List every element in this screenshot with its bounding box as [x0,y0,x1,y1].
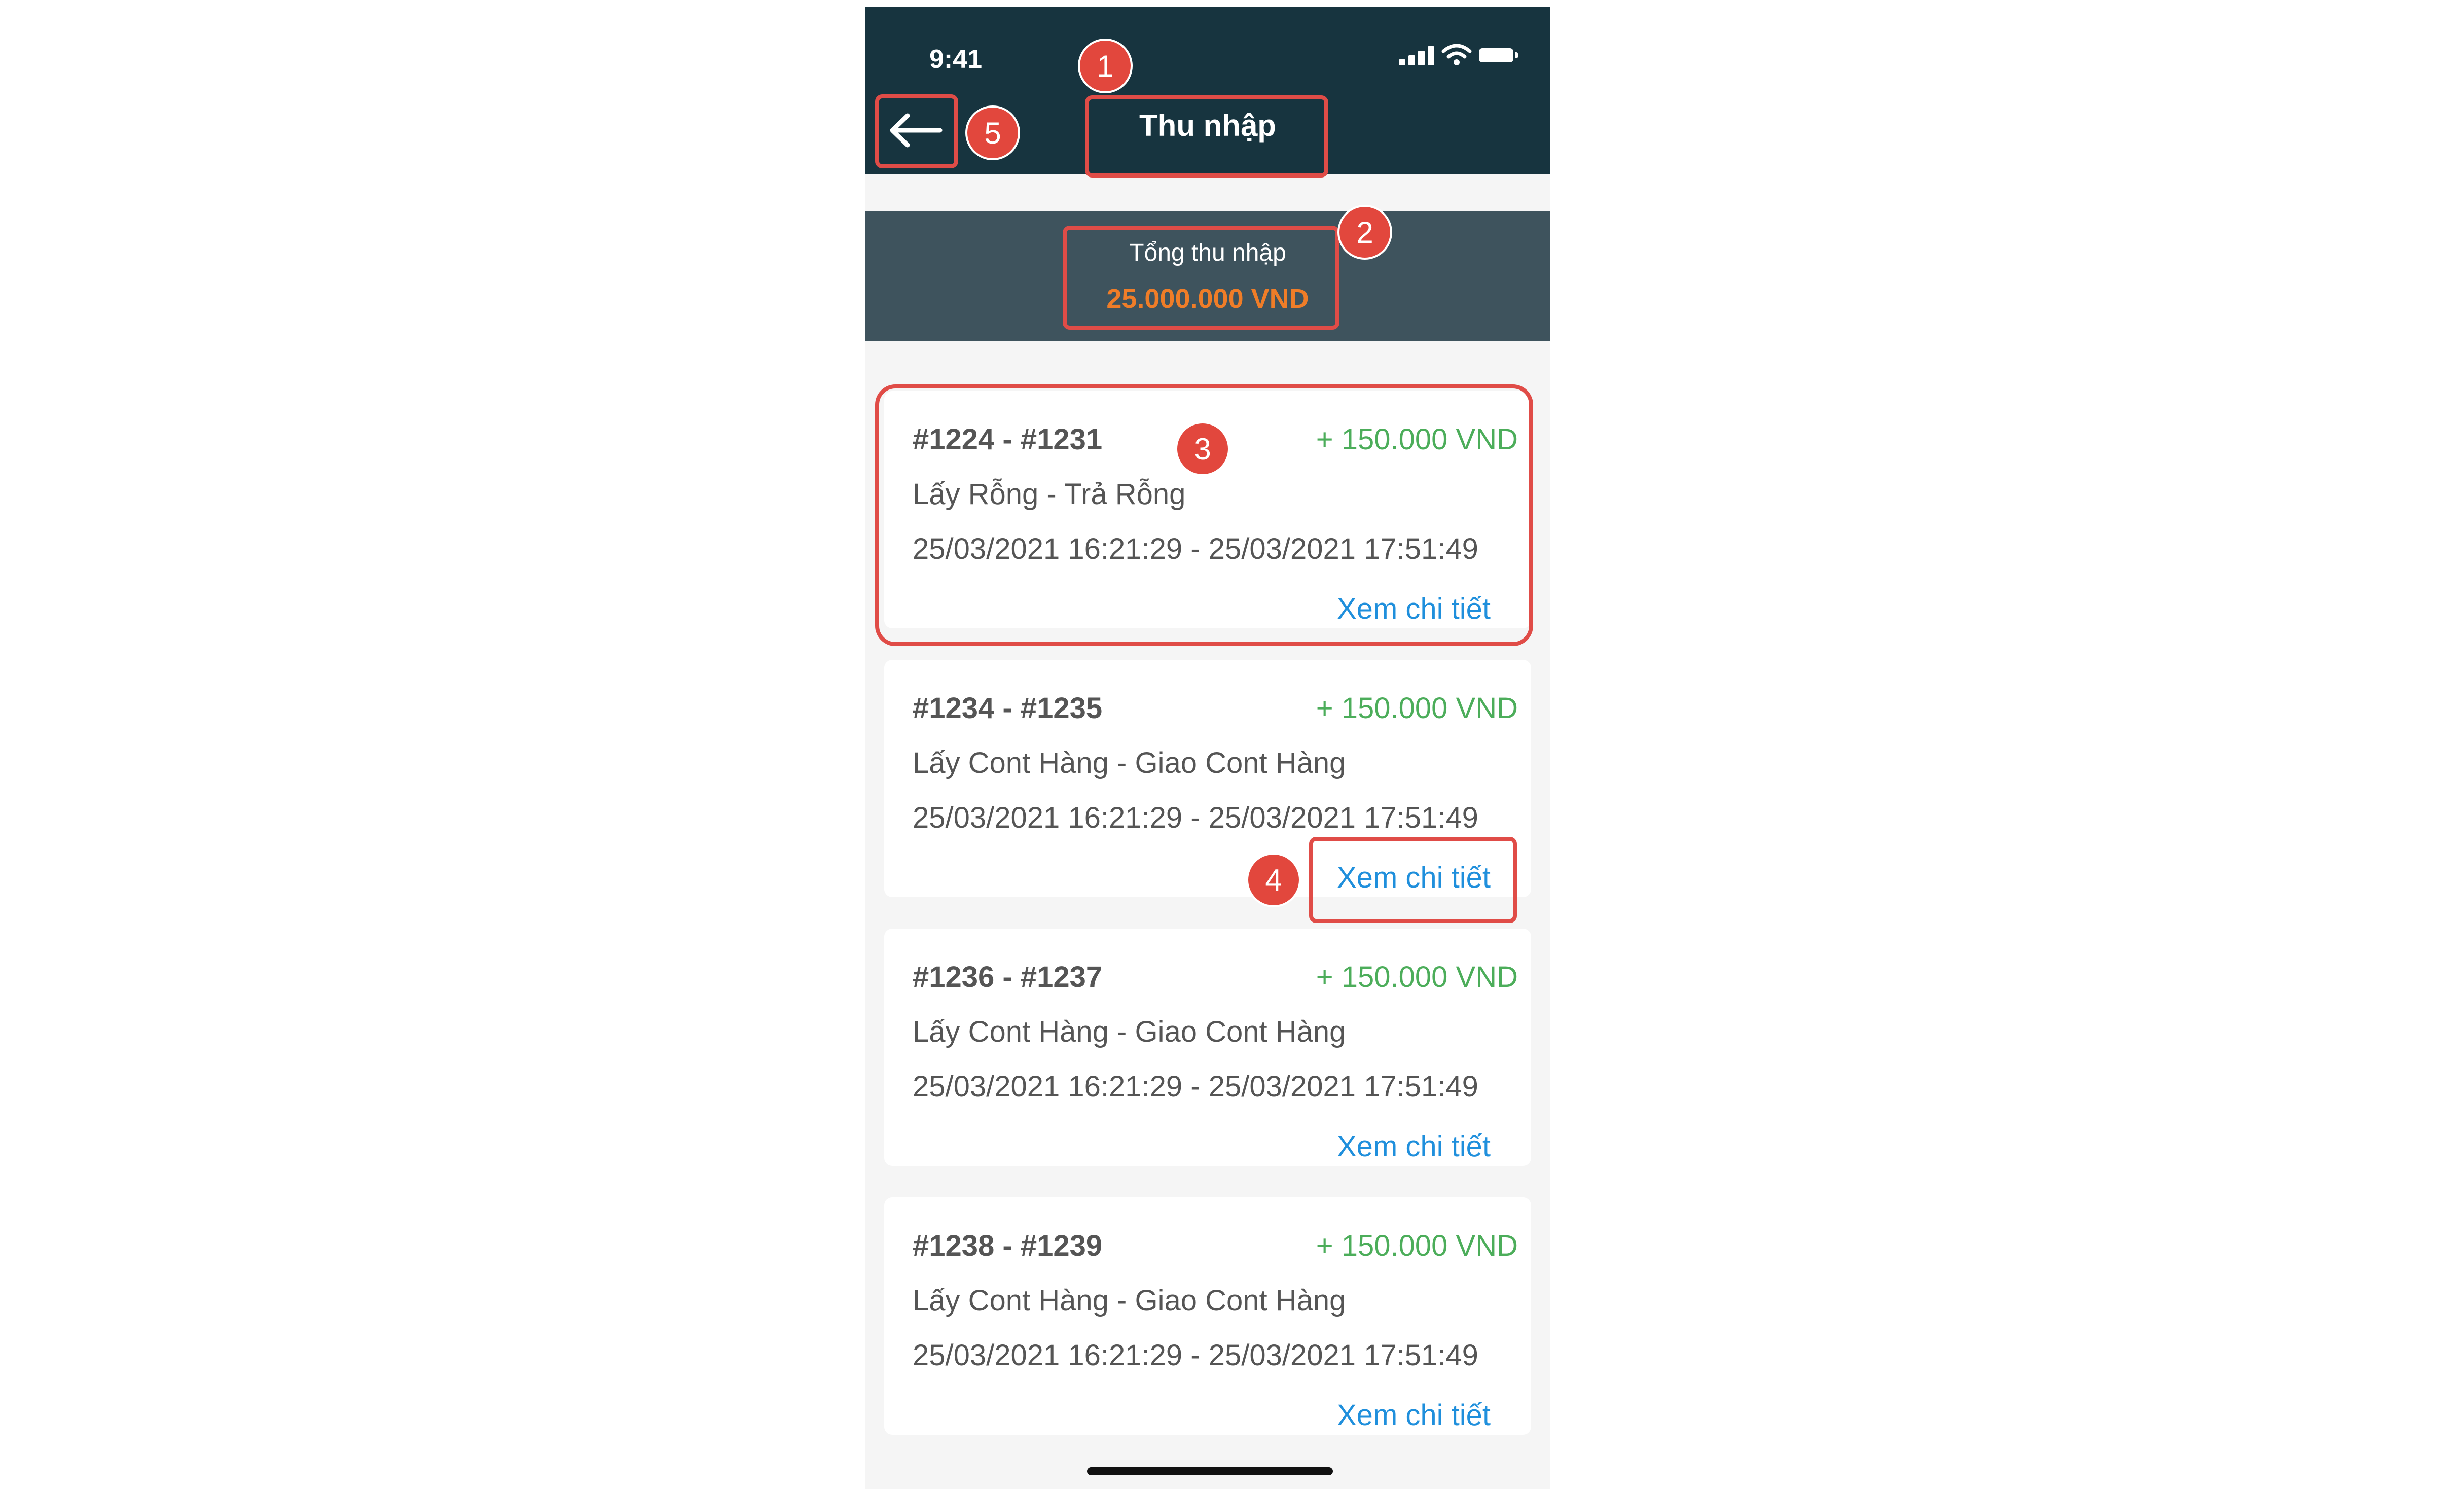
home-indicator [1087,1467,1333,1475]
income-amount: + 150.000 VND [1316,692,1518,725]
time-range: 25/03/2021 16:21:29 - 25/03/2021 17:51:4… [913,1070,1478,1103]
annotation-box-summary [1063,226,1339,330]
annotation-badge: 5 [967,108,1018,158]
income-card[interactable]: #1236 - #1237 + 150.000 VND Lấy Cont Hàn… [884,929,1531,1166]
order-ids: #1234 - #1235 [913,692,1103,725]
time-range: 25/03/2021 16:21:29 - 25/03/2021 17:51:4… [913,801,1478,834]
income-amount: + 150.000 VND [1316,1229,1518,1262]
status-time: 9:41 [929,45,983,74]
order-ids: #1236 - #1237 [913,961,1103,994]
view-details-link[interactable]: Xem chi tiết [1337,1398,1491,1432]
annotation-box-back [875,94,958,168]
annotation-badge: 1 [1080,41,1131,91]
annotation-box-details-link [1309,837,1517,923]
time-range: 25/03/2021 16:21:29 - 25/03/2021 17:51:4… [913,1339,1478,1372]
route-description: Lấy Cont Hàng - Giao Cont Hàng [913,747,1346,779]
income-card[interactable]: #1238 - #1239 + 150.000 VND Lấy Cont Hàn… [884,1197,1531,1435]
battery-icon [1479,48,1518,62]
signal-bars-icon [1399,43,1435,65]
annotation-badge: 3 [1177,423,1228,474]
income-amount: + 150.000 VND [1316,961,1518,994]
annotation-badge: 4 [1248,855,1299,905]
view-details-link[interactable]: Xem chi tiết [1337,1129,1491,1163]
annotation-badge: 2 [1339,207,1390,258]
order-ids: #1238 - #1239 [913,1229,1103,1262]
route-description: Lấy Cont Hàng - Giao Cont Hàng [913,1015,1346,1048]
annotation-box-title [1085,95,1328,178]
wifi-icon [1441,44,1472,65]
route-description: Lấy Cont Hàng - Giao Cont Hàng [913,1284,1346,1317]
